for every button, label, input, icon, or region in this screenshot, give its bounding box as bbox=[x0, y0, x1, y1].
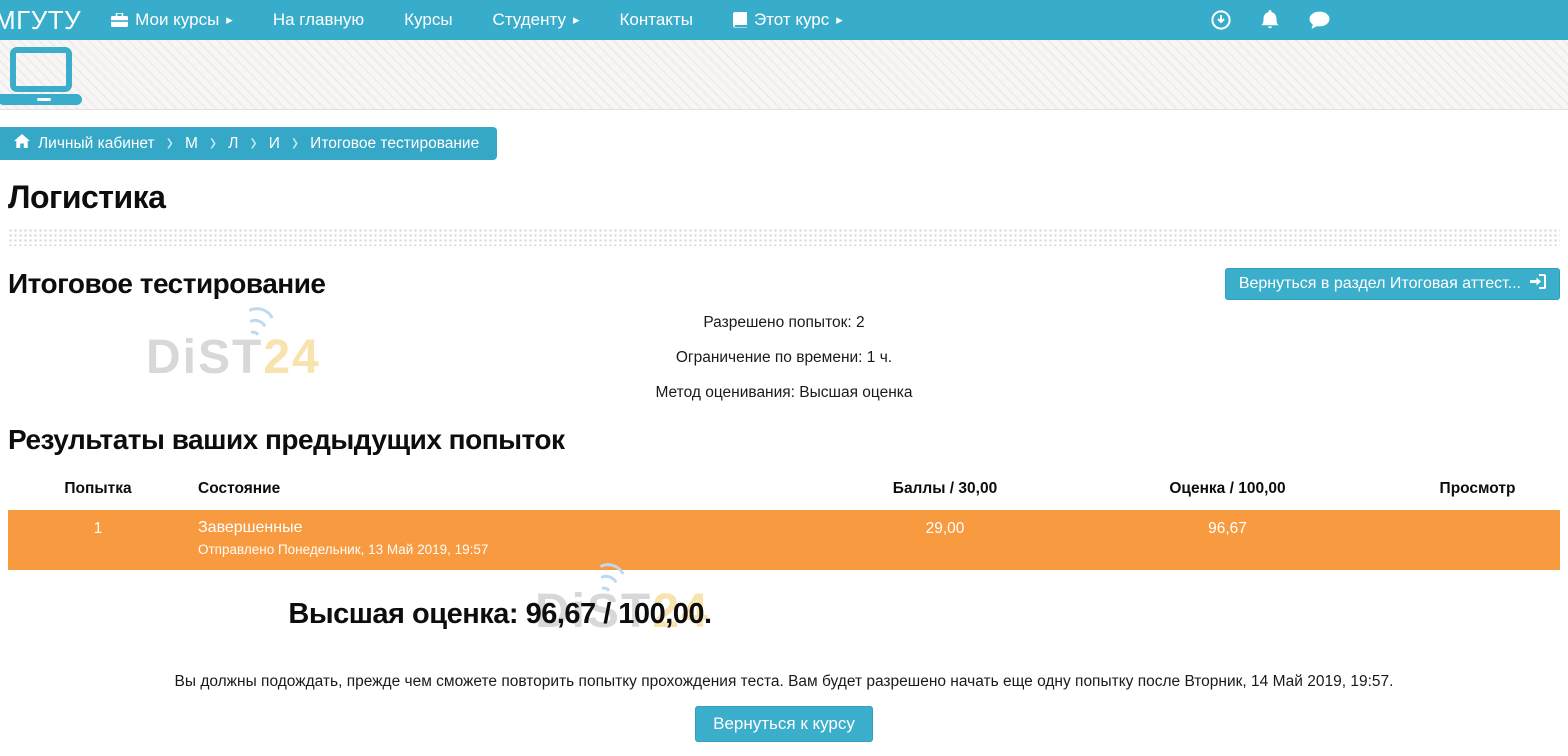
breadcrumb-dashboard[interactable]: Личный кабинет bbox=[14, 134, 155, 153]
main-nav: Мои курсы На главную Курсы Студенту Конт… bbox=[81, 10, 843, 30]
quiz-heading: Итоговое тестирование bbox=[8, 268, 326, 300]
column-header-state: Состояние bbox=[188, 472, 830, 510]
nav-this-course[interactable]: Этот курс bbox=[733, 10, 843, 30]
download-circle-icon[interactable] bbox=[1211, 10, 1231, 30]
caret-down-icon bbox=[836, 10, 843, 30]
results-heading: Результаты ваших предыдущих попыток bbox=[8, 424, 1560, 456]
breadcrumb: Личный кабинет › М › Л › И › Итоговое те… bbox=[0, 127, 497, 160]
chevron-right-icon: › bbox=[167, 129, 173, 159]
time-limit-text: Ограничение по времени: 1 ч. bbox=[0, 349, 1568, 367]
column-header-grade: Оценка / 100,00 bbox=[1060, 472, 1395, 510]
messages-chat-icon[interactable] bbox=[1309, 11, 1330, 30]
book-icon bbox=[733, 12, 747, 28]
top-navbar: МГУТУ Мои курсы На главную Курсы Студент… bbox=[0, 0, 1568, 40]
attempt-state-cell: Завершенные Отправлено Понедельник, 13 М… bbox=[188, 510, 830, 570]
wait-message: Вы должны подождать, прежде чем сможете … bbox=[0, 673, 1568, 691]
breadcrumb-current[interactable]: Итоговое тестирование bbox=[310, 135, 479, 153]
page-title: Логистика bbox=[8, 179, 1560, 216]
breadcrumb-label: И bbox=[269, 135, 280, 153]
final-grade-text: Высшая оценка: 96,67 / 100,00. bbox=[0, 598, 1000, 631]
column-header-review: Просмотр bbox=[1395, 472, 1560, 510]
attempt-marks-cell: 29,00 bbox=[830, 510, 1060, 570]
briefcase-icon bbox=[111, 13, 128, 28]
chevron-right-icon: › bbox=[292, 129, 298, 159]
nav-label: Этот курс bbox=[754, 10, 829, 30]
back-to-course-label: Вернуться к курсу bbox=[713, 714, 855, 734]
breadcrumb-category[interactable]: М bbox=[185, 135, 198, 153]
back-to-section-button[interactable]: Вернуться в раздел Итоговая аттест... bbox=[1225, 268, 1560, 300]
sign-in-arrow-icon bbox=[1530, 274, 1546, 294]
attempts-table: Попытка Состояние Баллы / 30,00 Оценка /… bbox=[8, 472, 1560, 570]
home-icon bbox=[14, 134, 30, 153]
attempts-table-header-row: Попытка Состояние Баллы / 30,00 Оценка /… bbox=[8, 472, 1560, 510]
brand-logo[interactable]: МГУТУ bbox=[0, 5, 81, 36]
dotted-divider bbox=[8, 228, 1560, 246]
nav-label: На главную bbox=[273, 10, 364, 30]
breadcrumb-course[interactable]: Л bbox=[228, 135, 238, 153]
back-to-course-button[interactable]: Вернуться к курсу bbox=[695, 706, 873, 742]
nav-student[interactable]: Студенту bbox=[493, 10, 580, 30]
breadcrumb-label: М bbox=[185, 135, 198, 153]
breadcrumb-label: Итоговое тестирование bbox=[310, 135, 479, 153]
nav-my-courses[interactable]: Мои курсы bbox=[111, 10, 233, 30]
attempt-number-cell: 1 bbox=[8, 510, 188, 570]
navbar-right-icons bbox=[1211, 10, 1330, 30]
nav-label: Мои курсы bbox=[135, 10, 219, 30]
attempt-submitted-date: Отправлено Понедельник, 13 Май 2019, 19:… bbox=[198, 542, 820, 557]
nav-label: Студенту bbox=[493, 10, 566, 30]
table-row: 1 Завершенные Отправлено Понедельник, 13… bbox=[8, 510, 1560, 570]
breadcrumb-section[interactable]: И bbox=[269, 135, 280, 153]
breadcrumb-label: Л bbox=[228, 135, 238, 153]
attempt-grade-cell: 96,67 bbox=[1060, 510, 1395, 570]
breadcrumb-label: Личный кабинет bbox=[38, 135, 155, 153]
notifications-bell-icon[interactable] bbox=[1261, 10, 1279, 30]
chevron-right-icon: › bbox=[210, 129, 216, 159]
quiz-info-block: DiST24 Разрешено попыток: 2 Ограничение … bbox=[0, 314, 1568, 402]
grading-method-text: Метод оценивания: Высшая оценка bbox=[0, 384, 1568, 402]
final-grade-block: DiST24 Высшая оценка: 96,67 / 100,00. bbox=[0, 598, 1000, 631]
laptop-logo-icon[interactable] bbox=[4, 47, 84, 105]
nav-label: Контакты bbox=[620, 10, 693, 30]
nav-label: Курсы bbox=[404, 10, 452, 30]
column-header-marks: Баллы / 30,00 bbox=[830, 472, 1060, 510]
attempt-state: Завершенные bbox=[198, 519, 820, 537]
caret-down-icon bbox=[226, 10, 233, 30]
nav-courses[interactable]: Курсы bbox=[404, 10, 452, 30]
column-header-attempt: Попытка bbox=[8, 472, 188, 510]
nav-contacts[interactable]: Контакты bbox=[620, 10, 693, 30]
back-to-section-label: Вернуться в раздел Итоговая аттест... bbox=[1239, 275, 1521, 293]
attempt-review-cell bbox=[1395, 510, 1560, 570]
header-band bbox=[0, 40, 1568, 110]
chevron-right-icon: › bbox=[250, 129, 256, 159]
caret-down-icon bbox=[573, 10, 580, 30]
nav-home[interactable]: На главную bbox=[273, 10, 364, 30]
attempts-allowed-text: Разрешено попыток: 2 bbox=[0, 314, 1568, 332]
